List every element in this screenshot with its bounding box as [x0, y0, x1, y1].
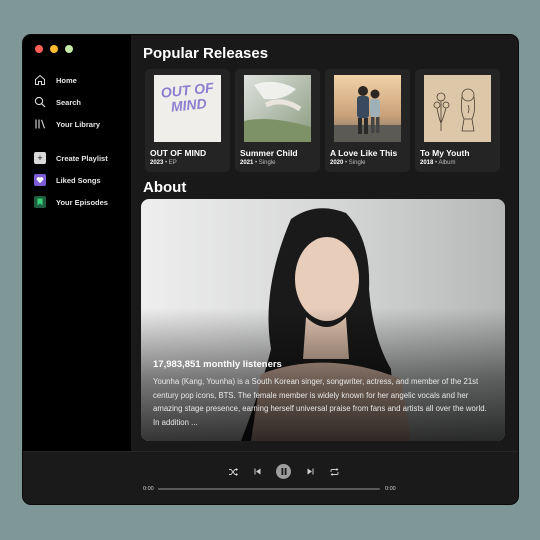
sidebar-item-label: Search [56, 97, 82, 107]
shuffle-icon [228, 467, 238, 476]
artist-bio: Younha (Kang, Younha) is a South Korean … [153, 377, 487, 427]
player-bar: 0:00 0:00 [23, 451, 518, 504]
sidebar-item-create-playlist[interactable]: + Create Playlist [33, 147, 125, 169]
sidebar-item-library[interactable]: Your Library [33, 113, 125, 135]
release-card[interactable]: OUT OF MIND OUT OF MIND 2023 • EP [145, 69, 230, 172]
album-art [424, 75, 491, 142]
shuffle-button[interactable] [228, 467, 238, 477]
release-title: To My Youth [420, 148, 470, 158]
release-card[interactable]: A Love Like This 2020 • Single [325, 69, 410, 172]
sidebar-item-label: Home [56, 75, 77, 85]
sidebar: Home Search Your Library + Create Playli… [23, 35, 131, 451]
search-icon [33, 95, 47, 109]
album-art [244, 75, 311, 142]
previous-button[interactable] [252, 467, 262, 477]
plus-icon: + [33, 151, 47, 165]
close-window-button[interactable] [35, 45, 43, 53]
main-content: Popular Releases OUT OF MIND OUT OF MIND… [131, 35, 518, 451]
sidebar-item-home[interactable]: Home [33, 69, 125, 91]
album-art-text: OUT OF MIND [160, 79, 215, 115]
library-icon [33, 117, 47, 131]
about-card[interactable]: 17,983,851 monthly listeners Younha (Kan… [141, 199, 505, 441]
sidebar-item-search[interactable]: Search [33, 91, 125, 113]
monthly-listeners: 17,983,851 monthly listeners [153, 359, 282, 370]
heart-icon [33, 173, 47, 187]
album-art: OUT OF MIND [154, 75, 221, 142]
minimize-window-button[interactable] [50, 45, 58, 53]
sidebar-item-label: Liked Songs [56, 175, 101, 185]
release-title: A Love Like This [330, 148, 398, 158]
time-elapsed: 0:00 [143, 486, 154, 492]
repeat-icon [330, 467, 338, 476]
about-text: 17,983,851 monthly listeners Younha (Kan… [153, 359, 495, 429]
sidebar-item-your-episodes[interactable]: Your Episodes [33, 191, 125, 213]
release-meta: 2020 • Single [330, 160, 366, 166]
popular-releases-title: Popular Releases [143, 45, 269, 62]
pause-icon [281, 468, 286, 475]
release-meta: 2023 • EP [150, 160, 177, 166]
release-card[interactable]: Summer Child 2021 • Single [235, 69, 320, 172]
pause-button[interactable] [276, 464, 291, 479]
bookmark-icon [33, 195, 47, 209]
sidebar-item-label: Create Playlist [56, 153, 108, 163]
progress-bar[interactable] [158, 488, 380, 490]
skip-back-icon [254, 468, 260, 475]
window-controls [35, 45, 73, 53]
sidebar-item-label: Your Library [56, 119, 101, 129]
release-list: OUT OF MIND OUT OF MIND 2023 • EP Summer [145, 69, 500, 172]
about-title: About [143, 179, 187, 196]
sidebar-item-label: Your Episodes [56, 197, 108, 207]
maximize-window-button[interactable] [65, 45, 73, 53]
skip-forward-icon [307, 468, 313, 475]
sidebar-item-liked-songs[interactable]: Liked Songs [33, 169, 125, 191]
time-total: 0:00 [385, 486, 396, 492]
sidebar-nav: Home Search Your Library + Create Playli… [33, 69, 125, 213]
home-icon [33, 73, 47, 87]
app-window: Home Search Your Library + Create Playli… [22, 34, 519, 505]
release-meta: 2018 • Album [420, 160, 456, 166]
playback-controls [228, 464, 339, 479]
release-title: OUT OF MIND [150, 148, 207, 158]
album-art [334, 75, 401, 142]
release-meta: 2021 • Single [240, 160, 276, 166]
repeat-button[interactable] [329, 467, 339, 477]
release-title: Summer Child [240, 148, 298, 158]
next-button[interactable] [305, 467, 315, 477]
release-card[interactable]: To My Youth 2018 • Album [415, 69, 500, 172]
